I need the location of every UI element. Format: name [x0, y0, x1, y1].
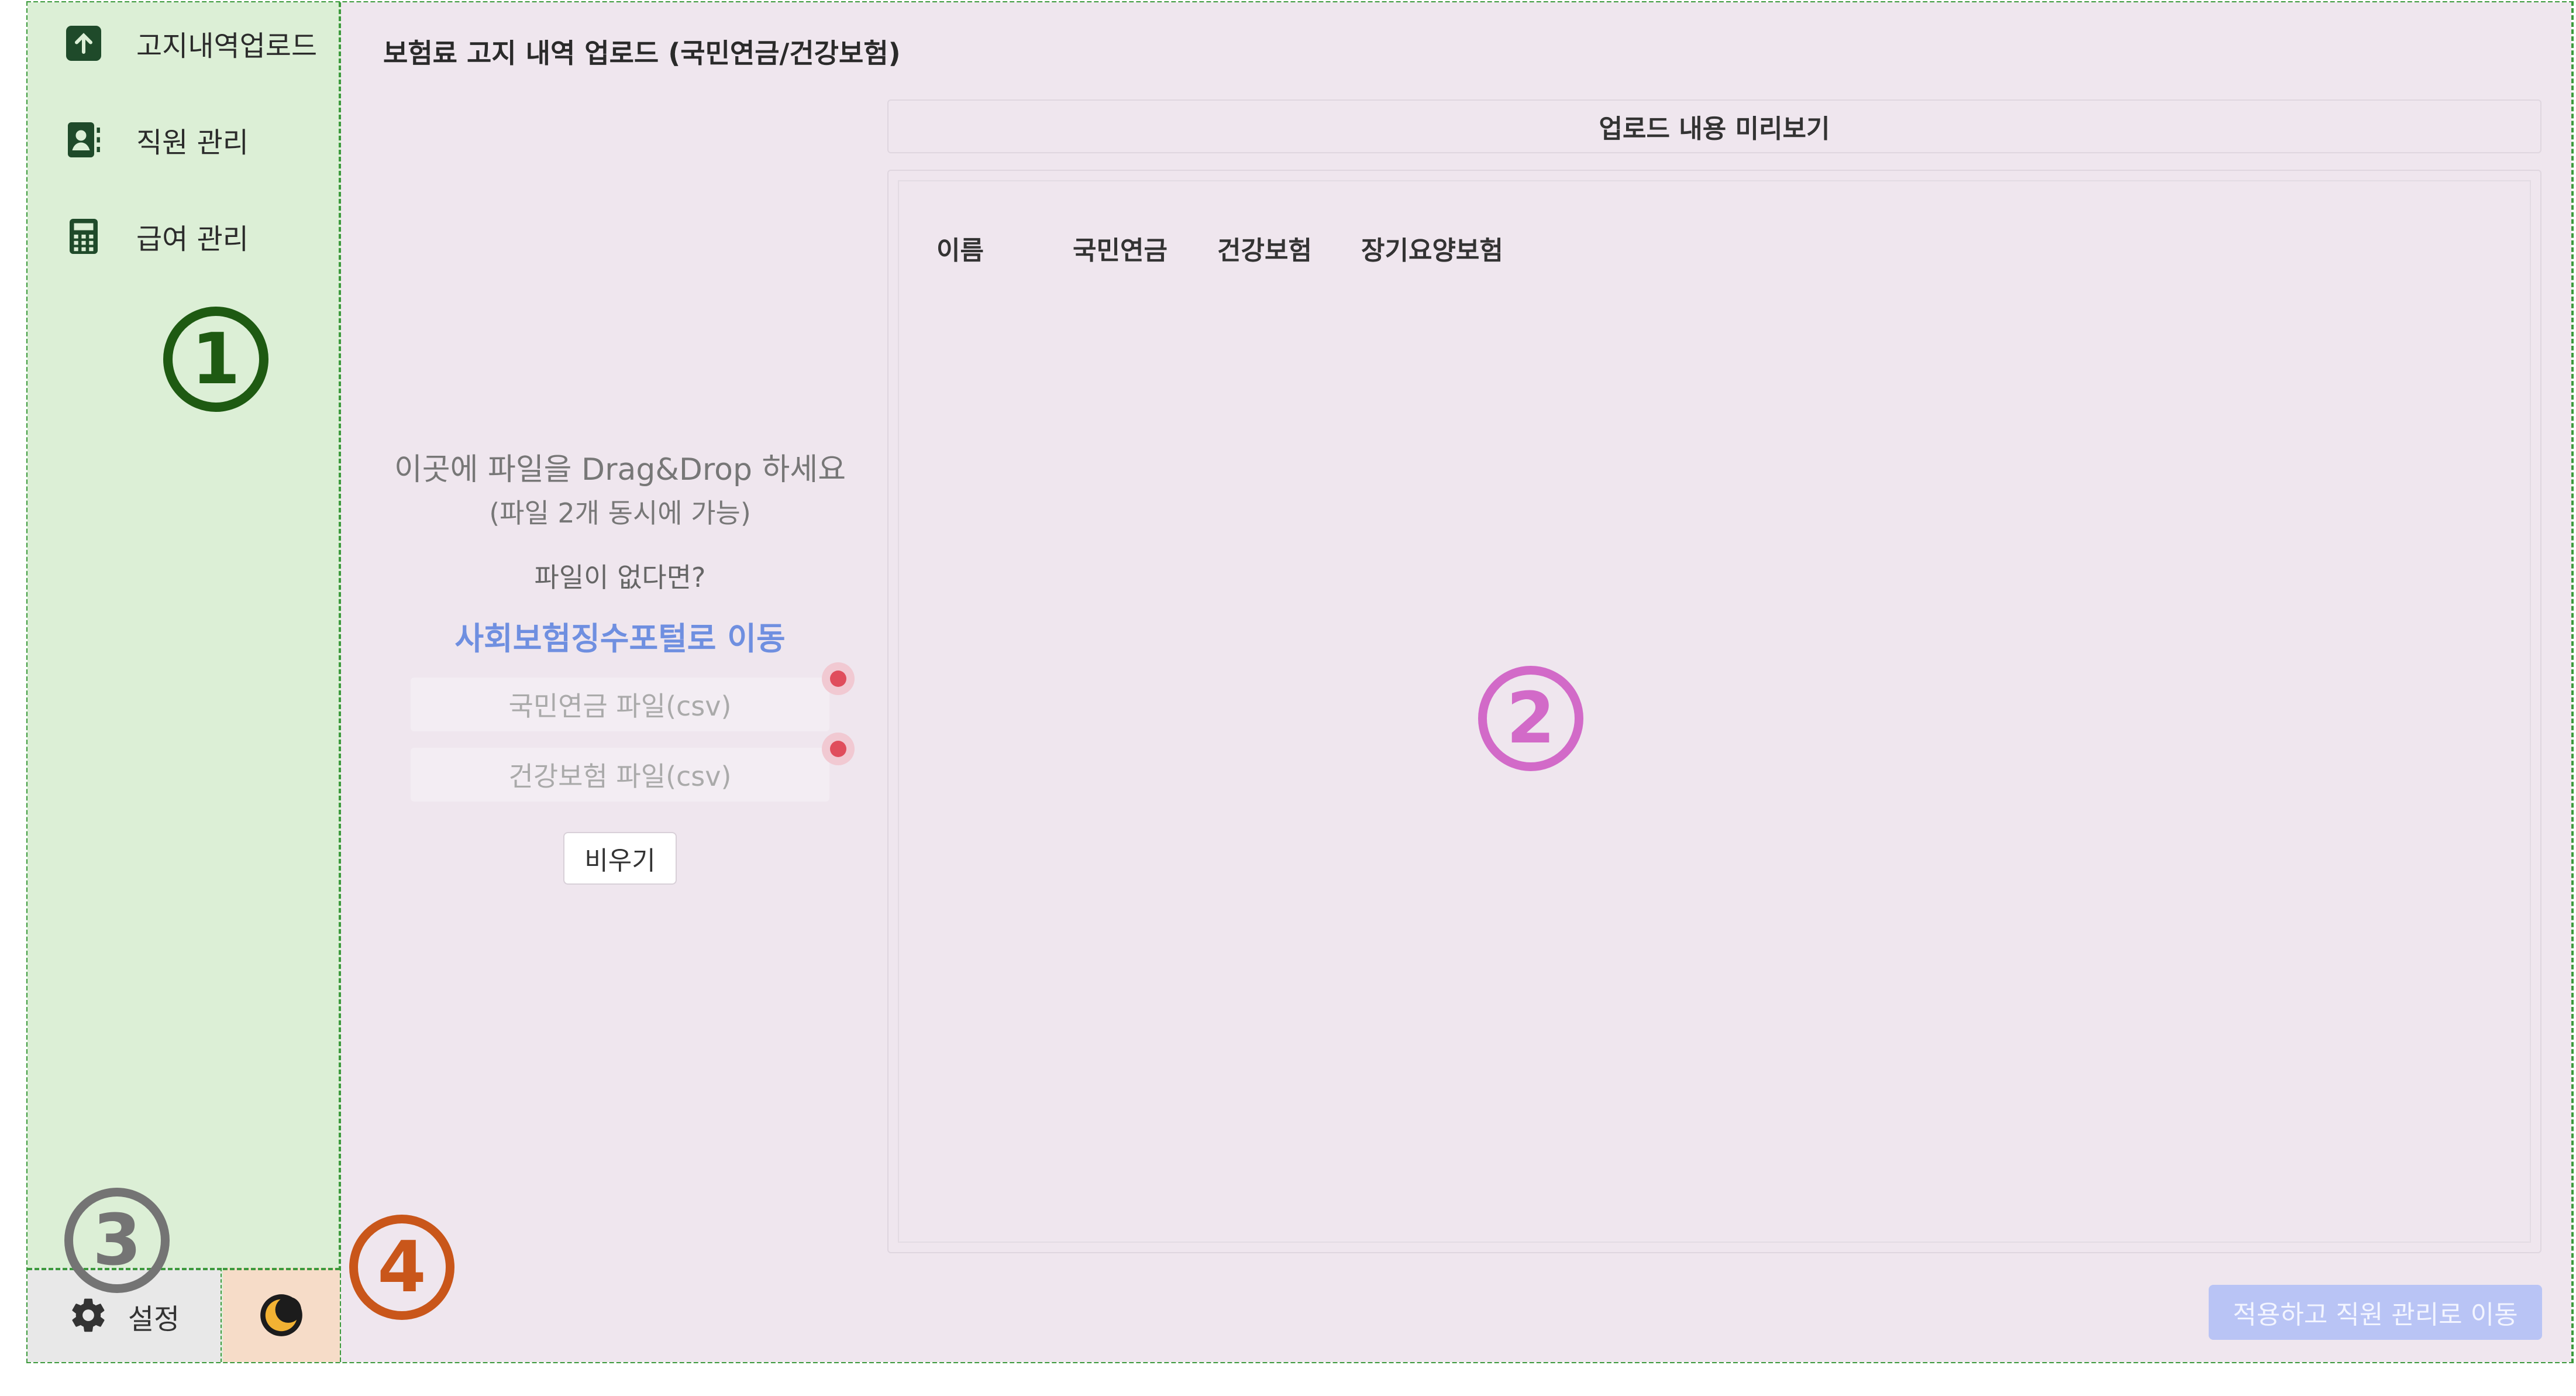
drop-instruction: 이곳에 파일을 Drag&Drop 하세요	[394, 452, 846, 487]
sidebar-item-label: 직원 관리	[136, 126, 249, 159]
sidebar-item-label: 고지내역업로드	[136, 30, 318, 63]
settings-label: 설정	[128, 1302, 180, 1336]
file-drop-zone[interactable]: 이곳에 파일을 Drag&Drop 하세요 (파일 2개 동시에 가능) 파일이…	[374, 445, 866, 659]
pension-file-status-dot	[822, 662, 855, 695]
calculator-icon	[63, 215, 105, 257]
upload-icon	[63, 22, 105, 64]
sidebar-item-label: 급여 관리	[136, 223, 249, 256]
contacts-icon	[63, 119, 105, 161]
annotation-badge-1: 1	[163, 307, 268, 412]
sidebar: 고지내역업로드 직원 관리 급여 관리 1	[27, 2, 341, 1362]
health-file-status-dot	[822, 733, 855, 765]
column-header-name: 이름	[936, 236, 984, 266]
preview-table: 이름 국민연금 건강보험 장기요양보험	[887, 170, 2541, 1253]
theme-toggle-button[interactable]	[223, 1268, 340, 1362]
column-header-pension: 국민연금	[1073, 236, 1168, 266]
preview-title: 업로드 내용 미리보기	[887, 99, 2541, 153]
page-title: 보험료 고지 내역 업로드 (국민연금/건강보험)	[383, 37, 901, 69]
sidebar-item-upload[interactable]: 고지내역업로드	[63, 8, 317, 78]
sidebar-item-payroll[interactable]: 급여 관리	[63, 201, 249, 271]
apply-and-go-to-employees-button[interactable]: 적용하고 직원 관리로 이동	[2209, 1285, 2542, 1340]
annotation-badge-4: 4	[349, 1215, 454, 1320]
column-header-longterm-care: 장기요양보험	[1361, 236, 1503, 266]
health-file-slot[interactable]: 건강보험 파일(csv)	[411, 748, 829, 802]
pension-file-slot[interactable]: 국민연금 파일(csv)	[411, 678, 829, 731]
drop-hint: (파일 2개 동시에 가능)	[489, 497, 751, 529]
annotation-badge-2: 2	[1478, 666, 1583, 771]
gear-icon	[68, 1295, 108, 1337]
annotation-badge-3: 3	[64, 1188, 170, 1293]
no-file-text: 파일이 없다면?	[534, 562, 706, 593]
preview-table-body: 이름 국민연금 건강보험 장기요양보험	[898, 180, 2531, 1243]
clear-button[interactable]: 비우기	[563, 832, 677, 885]
moon-icon	[256, 1290, 306, 1343]
portal-link[interactable]: 사회보험징수포털로 이동	[374, 613, 866, 659]
column-header-health: 건강보험	[1217, 236, 1312, 266]
sidebar-item-employees[interactable]: 직원 관리	[63, 105, 249, 175]
